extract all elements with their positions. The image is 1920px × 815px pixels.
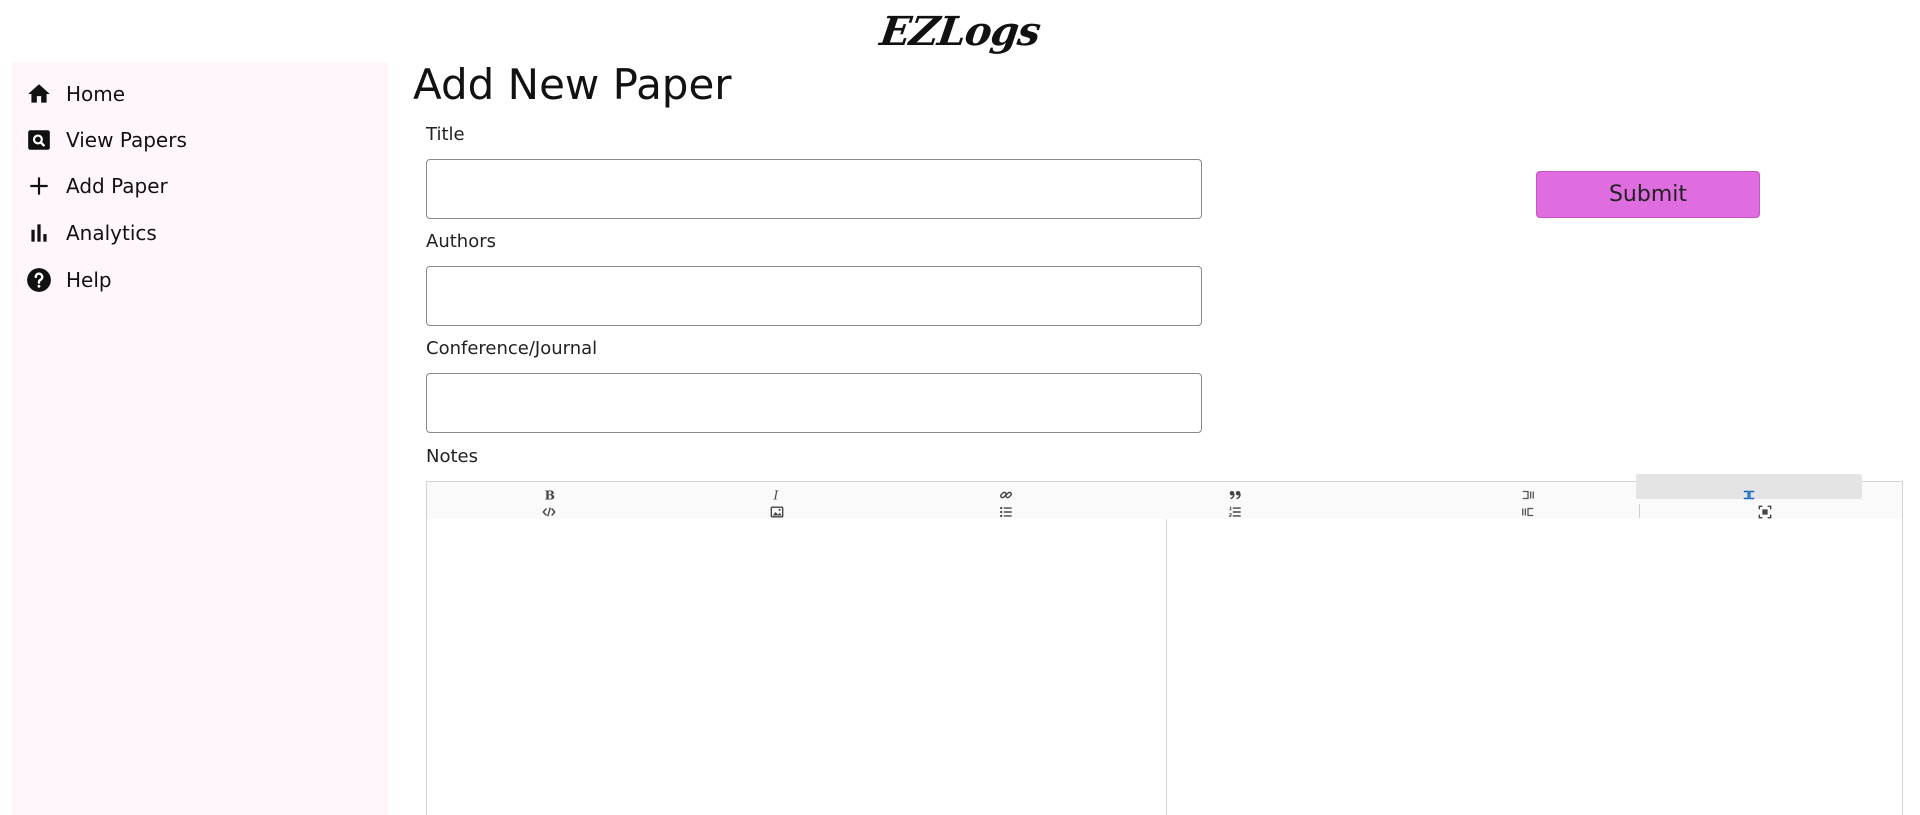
page-title: Add New Paper [413,60,732,109]
notes-editor-input[interactable] [427,519,1166,815]
italic-icon[interactable]: I [765,487,789,503]
sidebar-item-analytics[interactable]: Analytics [26,213,157,253]
sidebar: Home View Papers Add Paper Analytics Hel… [12,62,388,815]
search-box-icon [26,127,52,153]
authors-input[interactable] [426,266,1202,326]
sidebar-item-help[interactable]: Help [26,260,112,300]
link-icon[interactable] [994,487,1018,503]
svg-text:I: I [773,488,780,502]
notes-editor: B I [426,474,1903,815]
sidebar-item-label: Help [66,268,112,292]
title-input[interactable] [426,159,1202,219]
bold-icon[interactable]: B [537,487,561,503]
title-label: Title [426,124,465,145]
sidebar-item-home[interactable]: Home [26,74,125,114]
preview-icon[interactable] [1516,504,1540,520]
sidebar-item-view-papers[interactable]: View Papers [26,120,187,160]
toolbar-separator [1639,504,1640,518]
app-logo: EZLogs [877,8,1043,55]
sidebar-item-label: View Papers [66,128,187,152]
plus-icon [26,173,52,199]
sidebar-item-add-paper[interactable]: Add Paper [26,166,168,206]
submit-button[interactable]: Submit [1536,171,1760,218]
venue-label: Conference/Journal [426,338,598,359]
notes-label: Notes [426,446,478,467]
sidebar-item-label: Analytics [66,221,157,245]
bar-chart-icon [26,220,52,246]
code-icon[interactable] [537,504,561,520]
image-icon[interactable] [765,504,789,520]
unordered-list-icon[interactable] [994,504,1018,520]
notes-preview-pane [1167,519,1902,815]
sidebar-item-label: Add Paper [66,174,168,198]
svg-text:B: B [545,488,555,502]
authors-label: Authors [426,231,496,252]
venue-input[interactable] [426,373,1202,433]
side-by-side-icon[interactable] [1516,487,1540,503]
sidebar-item-label: Home [66,82,126,106]
editor-toolbar: B I [427,474,1902,520]
help-circle-icon [26,267,52,293]
quote-icon[interactable] [1223,487,1247,503]
home-icon [26,81,52,107]
fullscreen-icon[interactable] [1753,504,1777,520]
ordered-list-icon[interactable] [1223,504,1247,520]
split-view-icon[interactable] [1737,487,1761,503]
